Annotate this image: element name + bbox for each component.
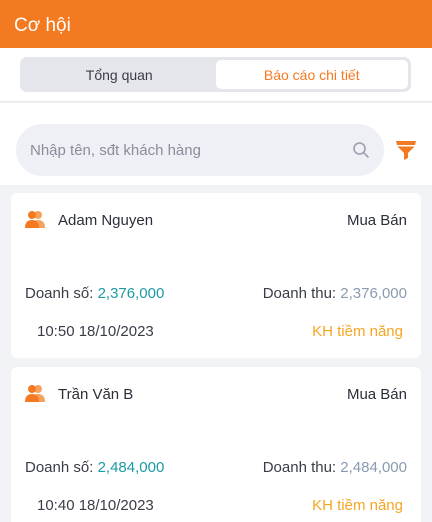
sales-label: Doanh số: 2,484,000: [25, 459, 165, 476]
segmented-control: Tổng quan Báo cáo chi tiết: [20, 57, 411, 92]
customer-name: Adam Nguyen: [58, 212, 154, 229]
page-title: Cơ hội: [14, 15, 71, 36]
revenue-value: 2,484,000: [340, 459, 407, 476]
sales-label: Doanh số: 2,376,000: [25, 285, 165, 302]
app-header: Cơ hội: [0, 0, 432, 48]
tab-detail-report[interactable]: Báo cáo chi tiết: [215, 60, 408, 89]
search-area: [0, 103, 432, 185]
opportunity-card[interactable]: Adam Nguyen Mua Bán Doanh số: 2,376,000 …: [11, 193, 421, 358]
sales-value: 2,484,000: [97, 459, 165, 476]
search-input[interactable]: [30, 141, 330, 159]
search-box[interactable]: [16, 124, 384, 176]
revenue-label: Doanh thu: 2,376,000: [262, 285, 407, 302]
timestamp: 10:40 18/10/2023: [37, 497, 154, 514]
person-icon: [25, 385, 45, 402]
revenue-value: 2,376,000: [340, 285, 407, 302]
timestamp: 10:50 18/10/2023: [37, 323, 154, 340]
sales-value: 2,376,000: [97, 285, 165, 302]
customer-name: Trần Văn B: [58, 386, 134, 403]
filter-icon[interactable]: [395, 139, 417, 161]
status-badge: KH tiềm năng: [312, 497, 403, 514]
tab-bar: Tổng quan Báo cáo chi tiết: [0, 48, 432, 102]
tab-overview[interactable]: Tổng quan: [23, 60, 216, 89]
status-badge: KH tiềm năng: [312, 323, 403, 340]
deal-type: Mua Bán: [346, 386, 407, 403]
search-icon[interactable]: [352, 141, 370, 159]
opportunity-card[interactable]: Trần Văn B Mua Bán Doanh số: 2,484,000 D…: [11, 367, 421, 522]
person-icon: [25, 211, 45, 228]
deal-type: Mua Bán: [346, 212, 407, 229]
revenue-label: Doanh thu: 2,484,000: [262, 459, 407, 476]
